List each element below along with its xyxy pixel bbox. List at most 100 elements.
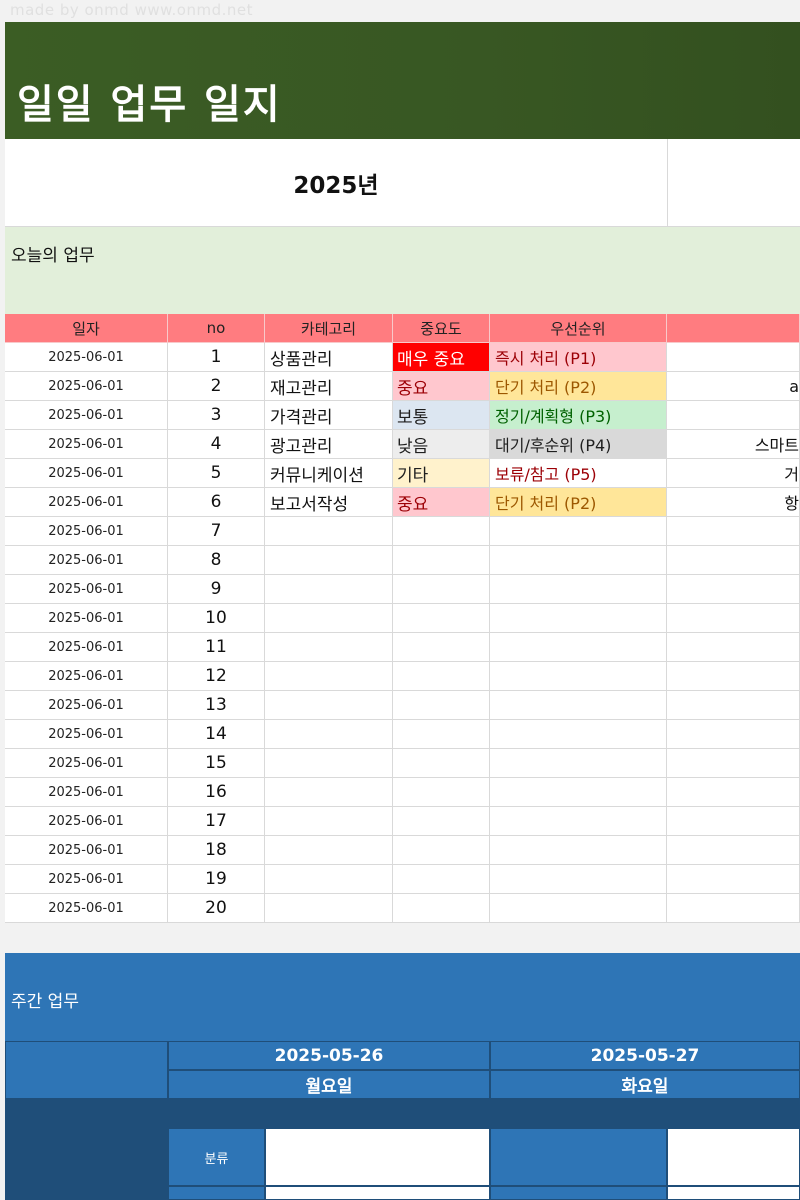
- priority-cell[interactable]: [490, 633, 667, 662]
- importance-cell[interactable]: [393, 546, 490, 575]
- no-cell[interactable]: 19: [168, 865, 265, 894]
- importance-cell[interactable]: [393, 865, 490, 894]
- no-cell[interactable]: 1: [168, 343, 265, 372]
- importance-cell[interactable]: 중요: [393, 372, 490, 401]
- importance-cell[interactable]: 낮음: [393, 430, 490, 459]
- category-cell[interactable]: 재고관리: [265, 372, 393, 401]
- priority-cell[interactable]: [490, 807, 667, 836]
- detail-cell[interactable]: [667, 894, 800, 923]
- detail-cell[interactable]: [667, 575, 800, 604]
- no-cell[interactable]: 12: [168, 662, 265, 691]
- date-cell[interactable]: 2025-06-01: [5, 459, 168, 488]
- category-cell[interactable]: [265, 517, 393, 546]
- priority-cell[interactable]: [490, 894, 667, 923]
- category-cell[interactable]: [265, 546, 393, 575]
- detail-cell[interactable]: [667, 401, 800, 430]
- category-cell[interactable]: [265, 807, 393, 836]
- detail-cell[interactable]: 항: [667, 488, 800, 517]
- importance-cell[interactable]: [393, 807, 490, 836]
- weekly-day2-date[interactable]: 2025-05-27: [490, 1041, 800, 1070]
- no-cell[interactable]: 20: [168, 894, 265, 923]
- weekly-day1-date[interactable]: 2025-05-26: [168, 1041, 490, 1070]
- category-cell[interactable]: 가격관리: [265, 401, 393, 430]
- importance-cell[interactable]: [393, 517, 490, 546]
- date-cell[interactable]: 2025-06-01: [5, 778, 168, 807]
- priority-cell[interactable]: [490, 517, 667, 546]
- category-cell[interactable]: [265, 691, 393, 720]
- detail-cell[interactable]: [667, 807, 800, 836]
- priority-cell[interactable]: [490, 546, 667, 575]
- importance-cell[interactable]: 매우 중요: [393, 343, 490, 372]
- weekly-blank-corner[interactable]: [5, 1041, 168, 1099]
- category-cell[interactable]: 상품관리: [265, 343, 393, 372]
- title-banner[interactable]: 일일 업무 일지: [5, 22, 800, 139]
- no-cell[interactable]: 15: [168, 749, 265, 778]
- category-cell[interactable]: [265, 575, 393, 604]
- category-cell[interactable]: [265, 778, 393, 807]
- priority-cell[interactable]: [490, 604, 667, 633]
- detail-cell[interactable]: [667, 517, 800, 546]
- importance-cell[interactable]: [393, 691, 490, 720]
- date-cell[interactable]: 2025-06-01: [5, 343, 168, 372]
- weekly-day2-next-input[interactable]: [667, 1186, 800, 1200]
- importance-cell[interactable]: [393, 575, 490, 604]
- category-cell[interactable]: [265, 604, 393, 633]
- date-cell[interactable]: 2025-06-01: [5, 488, 168, 517]
- date-cell[interactable]: 2025-06-01: [5, 691, 168, 720]
- detail-cell[interactable]: [667, 865, 800, 894]
- detail-cell[interactable]: [667, 546, 800, 575]
- importance-cell[interactable]: [393, 836, 490, 865]
- priority-cell[interactable]: [490, 662, 667, 691]
- date-cell[interactable]: 2025-06-01: [5, 401, 168, 430]
- header-importance[interactable]: 중요도: [393, 314, 490, 343]
- category-cell[interactable]: 보고서작성: [265, 488, 393, 517]
- detail-cell[interactable]: [667, 662, 800, 691]
- date-cell[interactable]: 2025-06-01: [5, 662, 168, 691]
- detail-cell[interactable]: a: [667, 372, 800, 401]
- category-cell[interactable]: [265, 720, 393, 749]
- category-cell[interactable]: 광고관리: [265, 430, 393, 459]
- category-cell[interactable]: [265, 865, 393, 894]
- category-cell[interactable]: [265, 633, 393, 662]
- detail-cell[interactable]: 거: [667, 459, 800, 488]
- no-cell[interactable]: 9: [168, 575, 265, 604]
- no-cell[interactable]: 4: [168, 430, 265, 459]
- no-cell[interactable]: 2: [168, 372, 265, 401]
- detail-cell[interactable]: [667, 778, 800, 807]
- priority-cell[interactable]: 정기/계획형 (P3): [490, 401, 667, 430]
- weekly-day1-weekday[interactable]: 월요일: [168, 1070, 490, 1099]
- weekly-day1-next-input[interactable]: [265, 1186, 490, 1200]
- no-cell[interactable]: 10: [168, 604, 265, 633]
- detail-cell[interactable]: 스마트: [667, 430, 800, 459]
- no-cell[interactable]: 18: [168, 836, 265, 865]
- no-cell[interactable]: 8: [168, 546, 265, 575]
- priority-cell[interactable]: 단기 처리 (P2): [490, 488, 667, 517]
- header-category[interactable]: 카테고리: [265, 314, 393, 343]
- weekly-day2-category-input[interactable]: [667, 1128, 800, 1186]
- category-cell[interactable]: 커뮤니케이션: [265, 459, 393, 488]
- importance-cell[interactable]: [393, 749, 490, 778]
- weekly-day1-band[interactable]: [168, 1099, 490, 1128]
- importance-cell[interactable]: [393, 662, 490, 691]
- detail-cell[interactable]: [667, 720, 800, 749]
- priority-cell[interactable]: [490, 749, 667, 778]
- no-cell[interactable]: 17: [168, 807, 265, 836]
- date-cell[interactable]: 2025-06-01: [5, 517, 168, 546]
- priority-cell[interactable]: [490, 778, 667, 807]
- importance-cell[interactable]: [393, 633, 490, 662]
- header-priority[interactable]: 우선순위: [490, 314, 667, 343]
- year-cell[interactable]: 2025년: [5, 139, 668, 226]
- weekly-left-block[interactable]: [5, 1099, 168, 1200]
- date-cell[interactable]: 2025-06-01: [5, 749, 168, 778]
- importance-cell[interactable]: 중요: [393, 488, 490, 517]
- category-cell[interactable]: [265, 662, 393, 691]
- header-no[interactable]: no: [168, 314, 265, 343]
- detail-cell[interactable]: [667, 749, 800, 778]
- priority-cell[interactable]: [490, 865, 667, 894]
- date-cell[interactable]: 2025-06-01: [5, 575, 168, 604]
- importance-cell[interactable]: [393, 894, 490, 923]
- importance-cell[interactable]: 기타: [393, 459, 490, 488]
- category-cell[interactable]: [265, 836, 393, 865]
- priority-cell[interactable]: 단기 처리 (P2): [490, 372, 667, 401]
- no-cell[interactable]: 7: [168, 517, 265, 546]
